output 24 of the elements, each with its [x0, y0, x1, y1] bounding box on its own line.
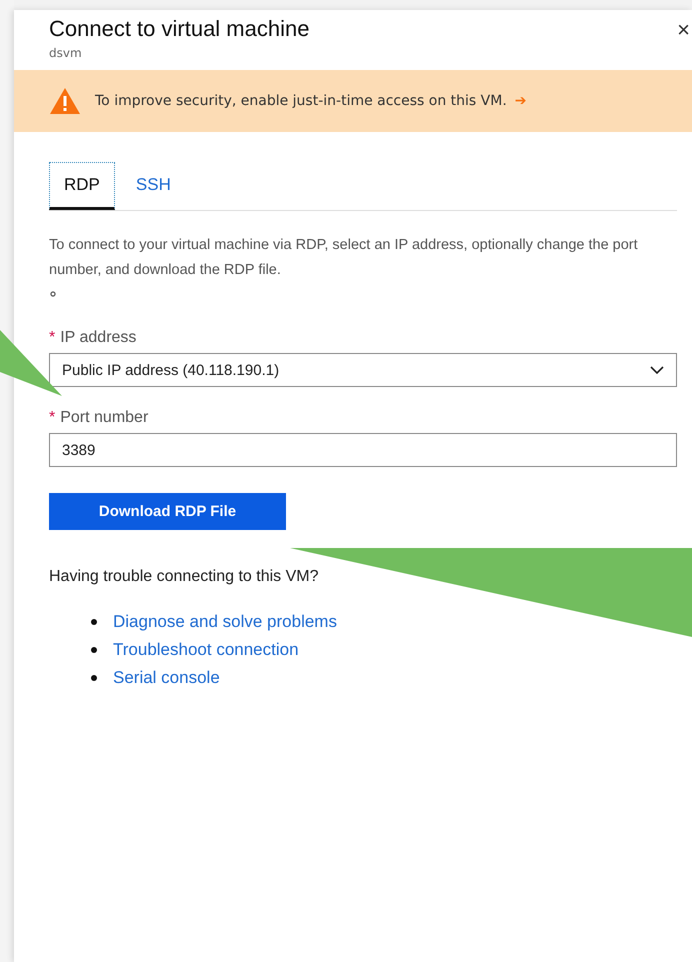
port-number-field[interactable]: 3389	[49, 433, 677, 467]
small-circle-icon	[50, 291, 56, 297]
required-asterisk: *	[49, 409, 56, 427]
blade-subtitle: dsvm	[49, 46, 83, 60]
field-label: IP address	[60, 329, 136, 347]
warning-icon	[49, 87, 81, 115]
close-button[interactable]: ×	[675, 16, 692, 44]
help-link[interactable]: Troubleshoot connection	[113, 640, 299, 660]
chevron-down-icon	[650, 366, 664, 374]
tab[interactable]: SSH	[120, 162, 186, 210]
trouble-heading: Having trouble connecting to this VM?	[49, 568, 320, 586]
field-label: Port number	[60, 409, 148, 427]
ip-address-dropdown[interactable]: Public IP address (40.118.190.1)	[49, 353, 677, 387]
banner-message: To improve security, enable just-in-time access on this VM.	[95, 93, 507, 109]
bullet-icon	[91, 675, 97, 681]
description-text: To connect to your virtual machine via RDP, select an IP address, optionally change the port number, and download the RDP file.	[49, 236, 639, 280]
bullet-icon	[91, 619, 97, 625]
help-link[interactable]: Serial console	[113, 668, 220, 688]
required-asterisk: *	[49, 329, 56, 347]
bullet-icon	[91, 647, 97, 653]
tab[interactable]: RDP	[49, 162, 115, 210]
blade-title: Connect to virtual machine	[49, 16, 310, 42]
download-rdp-button[interactable]: Download RDP File	[49, 493, 286, 530]
help-link[interactable]: Diagnose and solve problems	[113, 612, 337, 632]
